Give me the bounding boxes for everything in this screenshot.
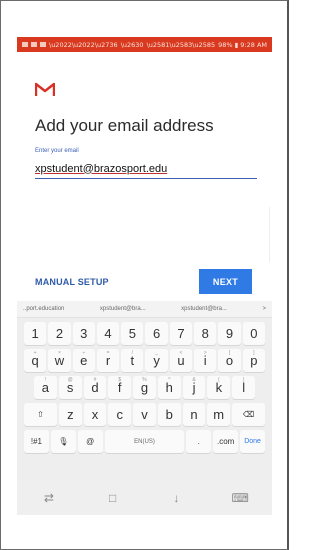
key-w[interactable]: × w (48, 349, 71, 372)
key[interactable]: 1 (24, 322, 47, 345)
key-u[interactable]: < u (169, 349, 193, 372)
notification-icon (22, 42, 28, 47)
backspace-key-icon[interactable]: ⌫ (232, 403, 266, 426)
keyboard-row-numbers: 1 2 3 4 5 6 7 8 9 0 (23, 322, 266, 345)
on-screen-keyboard: ..port.education xpstudent@bra... xpstud… (17, 301, 272, 515)
email-field[interactable] (35, 159, 257, 179)
space-key[interactable]: EN(US) (104, 430, 185, 453)
key[interactable]: n (182, 403, 206, 426)
suggestions-more-icon[interactable]: > (262, 306, 266, 312)
key-alt-char: ! (44, 377, 47, 383)
hide-keyboard-icon[interactable]: ↓ (166, 491, 186, 505)
key-alt-char: > (203, 350, 207, 356)
keyboard-row-a: ! a @ s # d $ f % g ^ h & j (k ) l (33, 376, 256, 399)
at-key[interactable]: @ (77, 430, 103, 453)
key-r[interactable]: = r (96, 349, 120, 372)
key-h[interactable]: ^ h (157, 376, 181, 399)
key[interactable]: 9 (218, 322, 241, 345)
key-alt-char: & (192, 377, 196, 383)
key-y[interactable]: _ y (145, 349, 168, 372)
key-alt-char: / (131, 350, 134, 356)
key-alt-char: [ (228, 350, 231, 356)
keyboard-row-q: + q × w ÷ e = r / t _ y < u > i [o ] p (23, 349, 266, 372)
key[interactable]: m (207, 403, 231, 426)
key-t[interactable]: / t (121, 349, 144, 372)
status-left: \u2022\u2022 (22, 41, 95, 49)
key-alt-char: + (33, 350, 37, 356)
suggestion-item[interactable]: xpstudent@bra... (100, 306, 146, 312)
key[interactable]: 4 (96, 322, 120, 345)
key-alt-char: ( (218, 377, 220, 383)
key[interactable]: 6 (145, 322, 168, 345)
symbols-key[interactable]: !#1 (24, 430, 49, 453)
status-clock: 98% ▮ 9:28 AM (218, 40, 267, 49)
key[interactable]: v (133, 403, 156, 426)
key-alt-char: ) (242, 377, 245, 383)
more-notifications-icon: \u2022\u2022 (49, 40, 95, 49)
manual-setup-button[interactable]: MANUAL SETUP (35, 277, 109, 287)
key[interactable]: 3 (72, 322, 95, 345)
key-alt-char: % (142, 377, 147, 383)
dotcom-key[interactable]: .com (213, 430, 239, 453)
key-j[interactable]: & j (182, 376, 206, 399)
key-alt-char: = (106, 350, 110, 356)
keyboard-row-z: ⇧ z x c v b n m ⌫ (23, 403, 266, 426)
suggestion-item[interactable]: xpstudent@bra... (181, 306, 227, 312)
key-k[interactable]: (k (207, 376, 231, 399)
key[interactable]: 7 (169, 322, 193, 345)
gmail-icon (35, 82, 55, 96)
shift-key-icon[interactable]: ⇧ (24, 403, 57, 426)
key-g[interactable]: % g (133, 376, 156, 399)
status-bar: \u2022\u2022 \u2736 \u2630 \u2581\u2583\… (17, 37, 272, 52)
key-o[interactable]: [o (218, 349, 241, 372)
key-i[interactable]: > i (194, 349, 217, 372)
key-l[interactable]: ) l (232, 376, 256, 399)
key[interactable]: c (108, 403, 132, 426)
app-notification-icon (40, 42, 46, 47)
key-alt-char: # (93, 377, 97, 383)
dot-key[interactable]: . (186, 430, 212, 453)
navigation-bar: ⇄ □ ↓ ⌨ (17, 481, 272, 515)
key[interactable]: z (58, 403, 82, 426)
key-f[interactable]: $ f (108, 376, 132, 399)
key-a[interactable]: ! a (34, 376, 57, 399)
suggestion-strip: ..port.education xpstudent@bra... xpstud… (17, 301, 272, 318)
key-alt-char: _ (155, 350, 159, 356)
bluetooth-icon: \u2736 (94, 40, 118, 49)
signal-icon: \u2581\u2583\u2585 (146, 40, 216, 49)
key-e[interactable]: ÷ e (72, 349, 95, 372)
key[interactable]: 0 (242, 322, 265, 345)
key-alt-char: ÷ (82, 350, 86, 356)
suggestion-item[interactable]: ..port.education (23, 306, 64, 312)
key-alt-char: ^ (168, 377, 171, 383)
key-p[interactable]: ] p (242, 349, 265, 372)
phone-screen: \u2022\u2022 \u2736 \u2630 \u2581\u2583\… (17, 37, 272, 515)
page-title: Add your email address (35, 116, 214, 135)
key-alt-char: ] (253, 350, 255, 356)
status-right: \u2736 \u2630 \u2581\u2583\u2585 98% ▮ 9… (95, 41, 267, 49)
mail-notification-icon (31, 42, 37, 47)
key[interactable]: 2 (48, 322, 71, 345)
email-field-label: Enter your email (35, 148, 79, 154)
back-icon[interactable]: ⇄ (39, 491, 59, 505)
key-q[interactable]: + q (24, 349, 47, 372)
key-d[interactable]: # d (83, 376, 107, 399)
key[interactable]: x (83, 403, 107, 426)
key[interactable]: 5 (121, 322, 144, 345)
keyboard-switch-icon[interactable]: ⌨ (230, 491, 250, 505)
home-icon[interactable]: □ (103, 491, 123, 505)
next-button[interactable]: NEXT (199, 269, 252, 294)
wifi-icon: \u2630 (120, 40, 144, 49)
key-alt-char: $ (118, 377, 122, 383)
scroll-edge (269, 207, 272, 262)
key-alt-char: × (57, 350, 61, 356)
key[interactable]: 8 (194, 322, 217, 345)
key-alt-char: @ (67, 377, 73, 383)
key-alt-char: < (179, 350, 183, 356)
key-s[interactable]: @ s (58, 376, 82, 399)
keyboard-row-bottom: !#1 🎙 @ EN(US) . .com Done (23, 430, 266, 453)
key[interactable]: b (157, 403, 181, 426)
mic-key-icon[interactable]: 🎙 (50, 430, 76, 453)
done-key[interactable]: Done (240, 430, 265, 453)
